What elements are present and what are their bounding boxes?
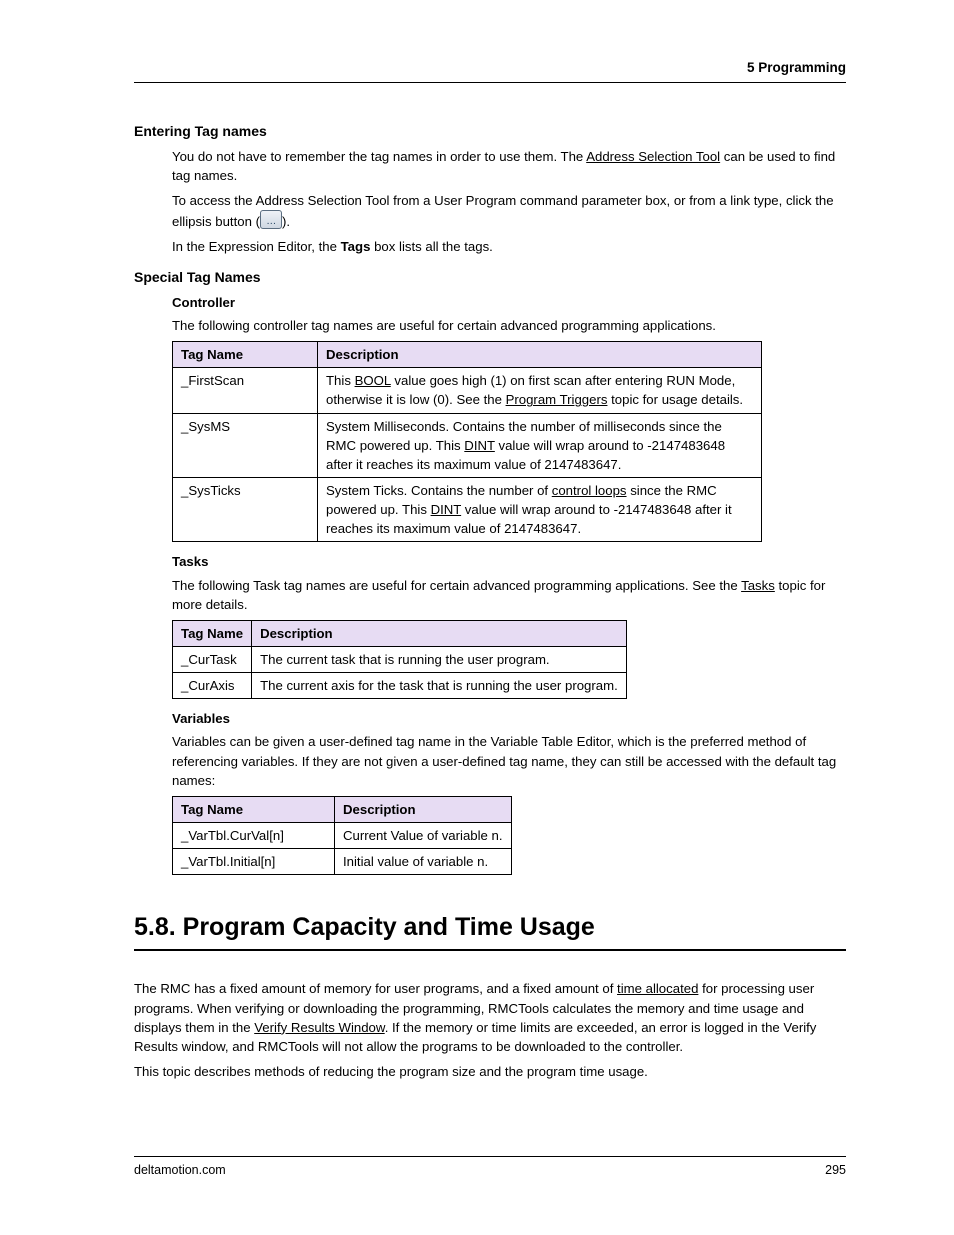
- table-row: _VarTbl.Initial[n] Initial value of vari…: [173, 849, 512, 875]
- th-tag-name: Tag Name: [173, 342, 318, 368]
- cell-tag: _SysTicks: [173, 477, 318, 541]
- table-header-row: Tag Name Description: [173, 796, 512, 822]
- cell-tag: _VarTbl.Initial[n]: [173, 849, 335, 875]
- para: The RMC has a fixed amount of memory for…: [134, 979, 846, 1056]
- page-header: 5 Programming: [134, 58, 846, 83]
- para: Variables can be given a user-defined ta…: [172, 732, 846, 789]
- cell-desc: Current Value of variable n.: [335, 822, 512, 848]
- cell-tag: _SysMS: [173, 413, 318, 477]
- table-task-tags: Tag Name Description _CurTask The curren…: [172, 620, 627, 699]
- link-program-triggers[interactable]: Program Triggers: [506, 392, 608, 407]
- cell-desc: Initial value of variable n.: [335, 849, 512, 875]
- table-header-row: Tag Name Description: [173, 620, 627, 646]
- heading-tasks: Tasks: [172, 552, 846, 571]
- table-row: _FirstScan This BOOL value goes high (1)…: [173, 368, 762, 413]
- link-address-selection-tool[interactable]: Address Selection Tool: [586, 149, 720, 164]
- th-description: Description: [335, 796, 512, 822]
- para: The following controller tag names are u…: [172, 316, 846, 335]
- cell-desc: The current task that is running the use…: [252, 646, 627, 672]
- heading-5-8: 5.8. Program Capacity and Time Usage: [134, 909, 846, 945]
- table-row: _CurAxis The current axis for the task t…: [173, 673, 627, 699]
- cell-desc: This BOOL value goes high (1) on first s…: [318, 368, 762, 413]
- section-rule: [134, 949, 846, 951]
- cell-tag: _CurTask: [173, 646, 252, 672]
- cell-tag: _CurAxis: [173, 673, 252, 699]
- cell-tag: _FirstScan: [173, 368, 318, 413]
- para: This topic describes methods of reducing…: [134, 1062, 846, 1081]
- table-variable-tags: Tag Name Description _VarTbl.CurVal[n] C…: [172, 796, 512, 875]
- heading-entering-tag-names: Entering Tag names: [134, 121, 846, 141]
- cell-desc: System Ticks. Contains the number of con…: [318, 477, 762, 541]
- link-verify-results-window[interactable]: Verify Results Window: [254, 1020, 384, 1035]
- heading-controller: Controller: [172, 293, 846, 312]
- th-description: Description: [318, 342, 762, 368]
- chapter-label: 5 Programming: [747, 60, 846, 75]
- para: You do not have to remember the tag name…: [172, 147, 846, 185]
- page-footer: deltamotion.com 295: [134, 1156, 846, 1179]
- th-tag-name: Tag Name: [173, 796, 335, 822]
- link-tasks[interactable]: Tasks: [741, 578, 775, 593]
- para: The following Task tag names are useful …: [172, 576, 846, 614]
- cell-tag: _VarTbl.CurVal[n]: [173, 822, 335, 848]
- para: In the Expression Editor, the Tags box l…: [172, 237, 846, 256]
- th-description: Description: [252, 620, 627, 646]
- heading-variables: Variables: [172, 709, 846, 728]
- table-row: _SysMS System Milliseconds. Contains the…: [173, 413, 762, 477]
- para: To access the Address Selection Tool fro…: [172, 191, 846, 231]
- footer-site: deltamotion.com: [134, 1161, 226, 1179]
- link-time-allocated[interactable]: time allocated: [617, 981, 698, 996]
- footer-page-number: 295: [825, 1161, 846, 1179]
- link-dint[interactable]: DINT: [464, 438, 495, 453]
- table-row: _CurTask The current task that is runnin…: [173, 646, 627, 672]
- link-bool[interactable]: BOOL: [355, 373, 391, 388]
- cell-desc: System Milliseconds. Contains the number…: [318, 413, 762, 477]
- table-row: _SysTicks System Ticks. Contains the num…: [173, 477, 762, 541]
- th-tag-name: Tag Name: [173, 620, 252, 646]
- link-control-loops[interactable]: control loops: [552, 483, 627, 498]
- table-header-row: Tag Name Description: [173, 342, 762, 368]
- ellipsis-button-icon: [260, 210, 282, 229]
- heading-special-tag-names: Special Tag Names: [134, 267, 846, 287]
- table-row: _VarTbl.CurVal[n] Current Value of varia…: [173, 822, 512, 848]
- table-controller-tags: Tag Name Description _FirstScan This BOO…: [172, 341, 762, 542]
- link-dint[interactable]: DINT: [431, 502, 462, 517]
- cell-desc: The current axis for the task that is ru…: [252, 673, 627, 699]
